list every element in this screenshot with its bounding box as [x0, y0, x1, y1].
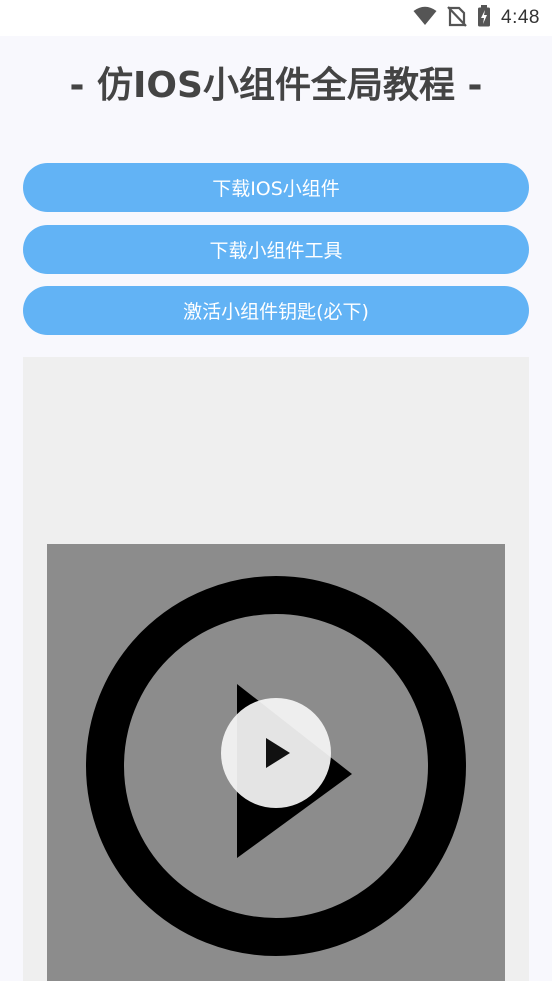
status-icons: 4:48	[413, 5, 540, 31]
play-button[interactable]	[221, 698, 331, 808]
status-bar: 4:48	[0, 0, 552, 36]
video-player[interactable]	[23, 357, 529, 981]
download-widget-button[interactable]: 下载IOS小组件	[23, 163, 529, 212]
battery-charging-icon	[477, 5, 491, 31]
download-tool-button[interactable]: 下载小组件工具	[23, 225, 529, 274]
page-title: - 仿IOS小组件全局教程 -	[69, 65, 483, 106]
activate-key-button[interactable]: 激活小组件钥匙(必下)	[23, 286, 529, 335]
status-time: 4:48	[501, 7, 540, 28]
no-sim-icon	[447, 5, 467, 31]
wifi-icon	[413, 6, 437, 30]
play-icon	[266, 738, 290, 768]
page-content: - 仿IOS小组件全局教程 - 下载IOS小组件 下载小组件工具 激活小组件钥匙…	[0, 36, 552, 981]
